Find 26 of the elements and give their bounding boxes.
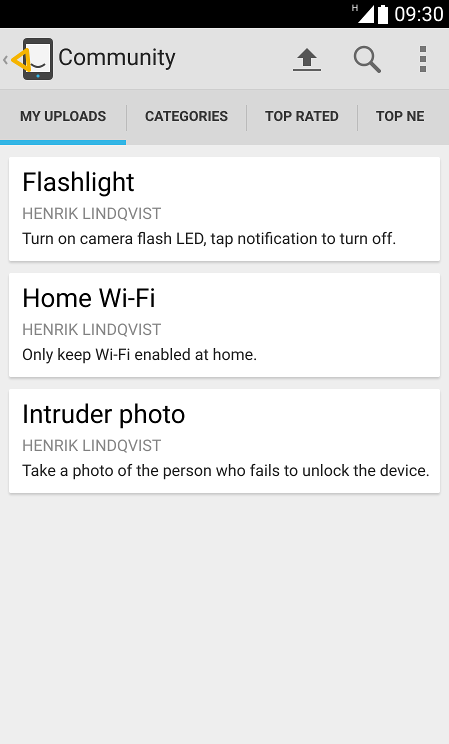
- search-icon: [352, 44, 382, 74]
- network-type: H: [352, 3, 358, 16]
- script-card[interactable]: Flashlight HENRIK LINDQVIST Turn on camera flash LED, tap notification to turn off.: [9, 157, 440, 261]
- signal-icon: [358, 5, 374, 23]
- tab[interactable]: TOP NE: [358, 90, 442, 145]
- app-home-button[interactable]: [0, 36, 55, 82]
- clock: 09:30: [394, 1, 444, 28]
- app-logo-icon: [1, 36, 55, 82]
- tab[interactable]: TOP RATED: [247, 90, 357, 145]
- card-title: Intruder photo: [22, 399, 187, 432]
- more-icon: [419, 46, 427, 72]
- card-title: Home Wi-Fi: [22, 283, 157, 316]
- card-description: Turn on camera flash LED, tap notification to turn off.: [22, 228, 398, 249]
- script-card[interactable]: Home Wi-Fi HENRIK LINDQVIST Only keep Wi-Fi enabled at home.: [9, 273, 440, 377]
- card-author: HENRIK LINDQVIST: [22, 319, 162, 341]
- screen-title: Community: [58, 43, 176, 74]
- tab[interactable]: CATEGORIES: [127, 90, 246, 145]
- upload-icon: [292, 46, 322, 72]
- battery-icon: [378, 4, 388, 24]
- card-title: Flashlight: [22, 167, 136, 200]
- card-author: HENRIK LINDQVIST: [22, 203, 162, 225]
- tab[interactable]: MY UPLOADS: [0, 90, 126, 145]
- card-description: Take a photo of the person who fails to unlock the device.: [22, 460, 430, 481]
- script-card[interactable]: Intruder photo HENRIK LINDQVIST Take a photo of the person who fails to unlock the device.: [9, 389, 440, 493]
- card-author: HENRIK LINDQVIST: [22, 435, 162, 457]
- card-description: Only keep Wi-Fi enabled at home.: [22, 344, 258, 365]
